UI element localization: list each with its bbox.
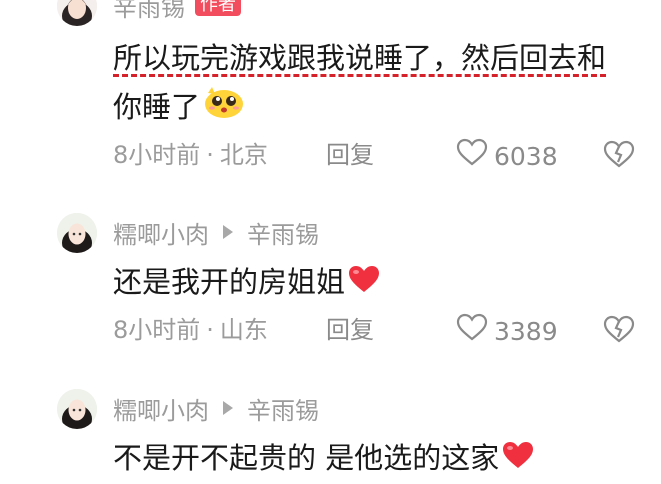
reply-to-name[interactable]: 辛雨锡 xyxy=(247,391,319,426)
avatar[interactable] xyxy=(57,389,97,429)
reply-arrow-icon xyxy=(223,401,233,415)
comment-header: 糯唧小肉 辛雨锡 xyxy=(113,391,319,426)
red-heart-emoji xyxy=(347,260,381,309)
red-heart-emoji xyxy=(501,436,535,484)
avatar[interactable] xyxy=(57,0,97,26)
separator-dot: · xyxy=(206,316,214,344)
comment-text-line-1: 所以玩完游戏跟我说睡了，然后回去和 xyxy=(113,41,607,75)
comment-meta: 8小时前 · 北京 回复 6038 xyxy=(113,138,653,172)
reply-button[interactable]: 回复 xyxy=(326,313,374,347)
reply-arrow-icon xyxy=(223,225,233,239)
comment-location: 山东 xyxy=(219,316,268,344)
comment-time: 8小时前 xyxy=(113,316,201,344)
author-name[interactable]: 糯唧小肉 xyxy=(113,391,209,426)
broken-heart-icon[interactable] xyxy=(603,315,635,352)
comment-text: 所以玩完游戏跟我说睡了，然后回去和 你睡了 xyxy=(113,34,606,134)
like-count: 6038 xyxy=(494,141,558,171)
separator-dot: · xyxy=(206,141,214,169)
like-button[interactable]: 3389 xyxy=(456,313,558,350)
heart-outline-icon xyxy=(456,138,488,175)
author-name[interactable]: 糯唧小肉 xyxy=(113,215,209,250)
meta-time-location: 8小时前 · 山东 xyxy=(113,313,268,347)
reply-button[interactable]: 回复 xyxy=(326,138,374,172)
comment-text: 还是我开的房姐姐 xyxy=(113,258,381,309)
pleading-face-emoji xyxy=(202,85,246,134)
comment-header: 糯唧小肉 辛雨锡 xyxy=(113,215,319,250)
comment-text-line-2: 你睡了 xyxy=(113,90,201,124)
comment-text-line: 还是我开的房姐姐 xyxy=(113,265,346,299)
comment-header: 辛雨锡 作者 xyxy=(113,0,241,23)
broken-heart-icon[interactable] xyxy=(603,140,635,177)
like-count: 3389 xyxy=(494,316,558,346)
comment-time: 8小时前 xyxy=(113,141,201,169)
comment-meta: 8小时前 · 山东 回复 3389 xyxy=(113,313,653,347)
meta-time-location: 8小时前 · 北京 xyxy=(113,138,268,172)
author-badge: 作者 xyxy=(195,0,241,16)
avatar[interactable] xyxy=(57,213,97,253)
comment-thread: 辛雨锡 作者 所以玩完游戏跟我说睡了，然后回去和 你睡了 8小时前 · 北京 回… xyxy=(0,0,661,484)
author-name[interactable]: 辛雨锡 xyxy=(113,0,185,23)
heart-outline-icon xyxy=(456,313,488,350)
comment-text: 不是开不起贵的 是他选的这家 xyxy=(113,434,535,484)
comment-text-line: 不是开不起贵的 是他选的这家 xyxy=(113,441,500,475)
reply-to-name[interactable]: 辛雨锡 xyxy=(247,215,319,250)
like-button[interactable]: 6038 xyxy=(456,138,558,175)
comment-location: 北京 xyxy=(219,141,268,169)
